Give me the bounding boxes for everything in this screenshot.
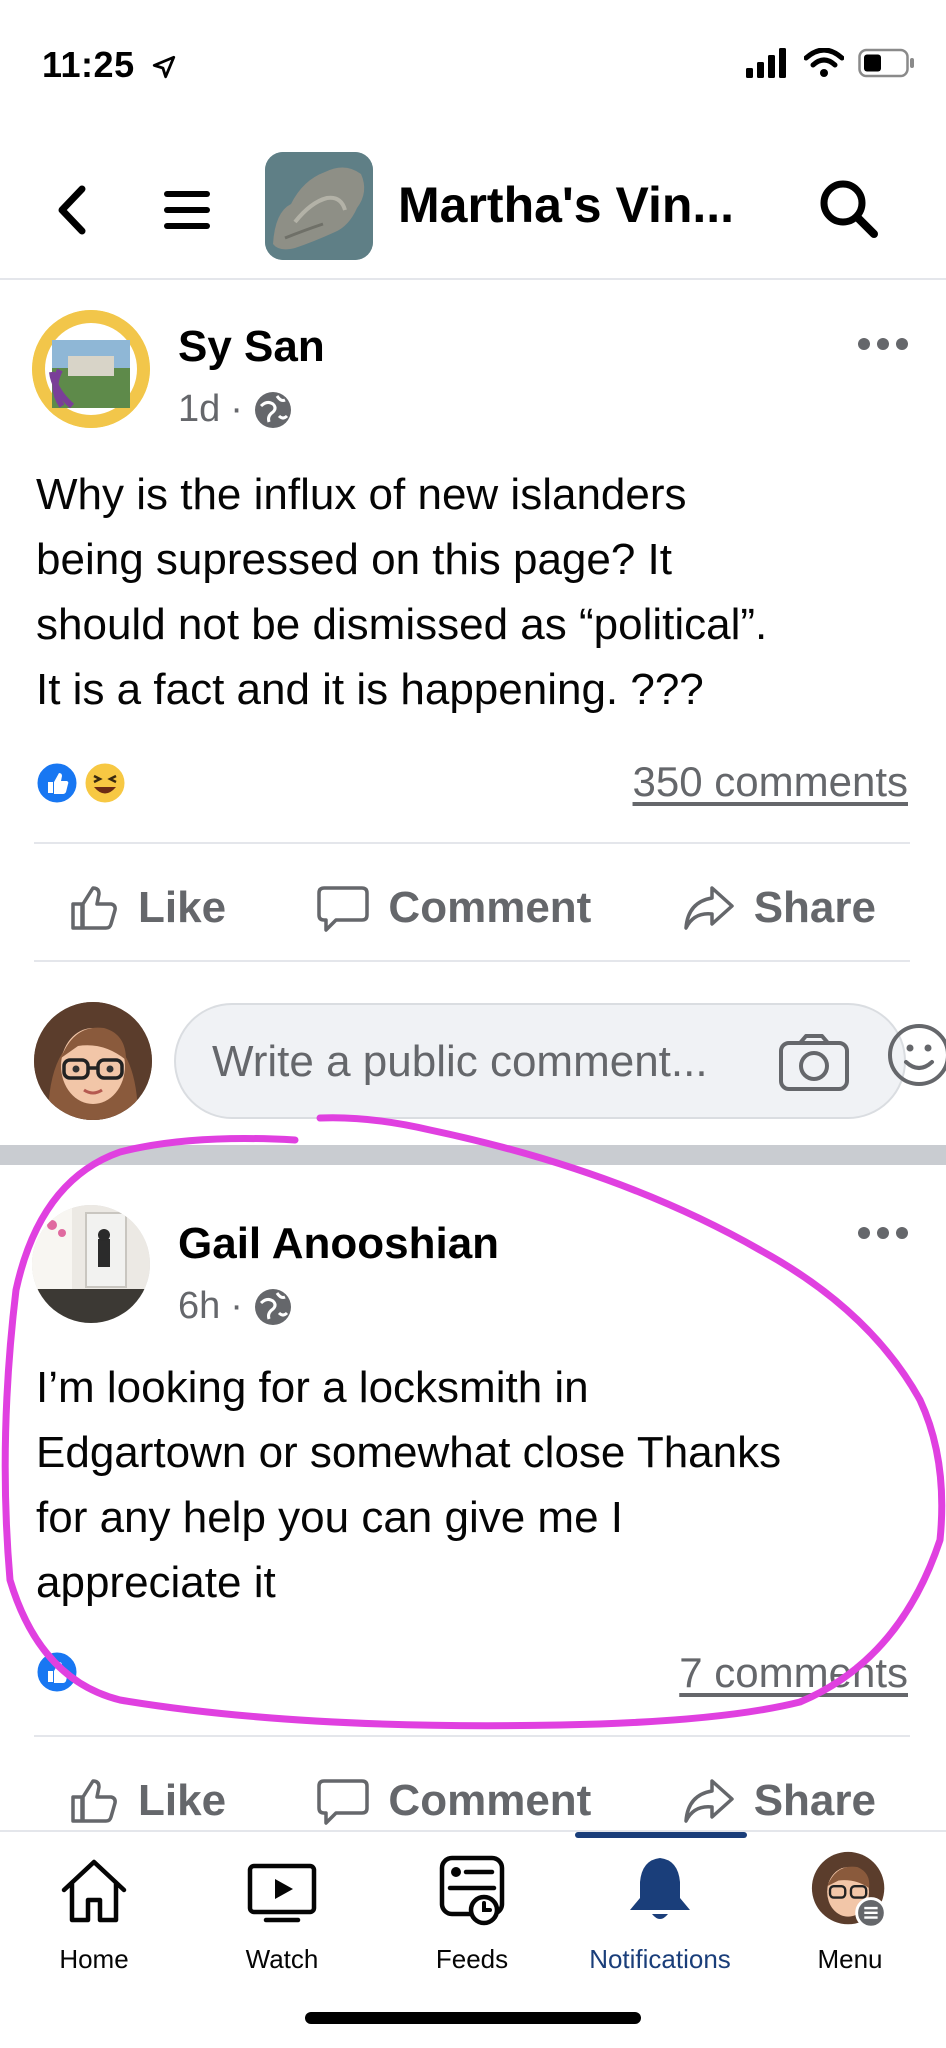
group-cover-thumbnail[interactable] bbox=[265, 152, 373, 260]
avatar[interactable] bbox=[32, 1205, 150, 1323]
like-icon bbox=[71, 1779, 117, 1823]
post-text-line: for any help you can give me I bbox=[36, 1493, 623, 1542]
post-text-line: should not be dismissed as “political”. bbox=[36, 600, 768, 649]
tab-label: Notifications bbox=[589, 1944, 731, 1974]
comment-input[interactable]: Write a public comment... bbox=[174, 1003, 906, 1119]
share-icon bbox=[683, 1779, 734, 1823]
post-text-line: being supressed on this page? It bbox=[36, 535, 673, 584]
more-options-icon[interactable] bbox=[856, 1223, 910, 1243]
cellular-signal-icon bbox=[746, 48, 786, 78]
tab-label: Home bbox=[59, 1944, 129, 1974]
emoji-icon[interactable] bbox=[884, 1020, 946, 1090]
post-time[interactable]: 1d bbox=[178, 388, 220, 431]
divider bbox=[34, 1735, 910, 1737]
reaction-icons[interactable] bbox=[34, 1649, 134, 1695]
comment-label: Comment bbox=[388, 883, 592, 932]
tab-label: Watch bbox=[245, 1944, 319, 1974]
share-button[interactable]: Share bbox=[682, 882, 876, 934]
menu-avatar bbox=[811, 1851, 887, 1929]
share-icon bbox=[683, 886, 734, 930]
feed-separator bbox=[0, 1145, 946, 1165]
share-label: Share bbox=[753, 1776, 876, 1825]
active-tab-indicator bbox=[575, 1832, 747, 1838]
post-body: I’m looking for a locksmith in Edgartown… bbox=[36, 1355, 916, 1615]
comment-button[interactable]: Comment bbox=[316, 1775, 591, 1827]
clock-text: 11:25 bbox=[42, 44, 135, 85]
share-label: Share bbox=[753, 883, 876, 932]
tab-label: Menu bbox=[817, 1944, 883, 1974]
watch-icon bbox=[247, 1863, 317, 1923]
post-meta: 1d · bbox=[178, 388, 293, 431]
profile-photo bbox=[32, 1205, 150, 1323]
cancer-awareness-logo bbox=[32, 310, 150, 428]
post-meta: 6h · bbox=[178, 1285, 293, 1328]
comment-label: Comment bbox=[388, 1776, 592, 1825]
home-indicator bbox=[305, 2012, 641, 2024]
comment-icon bbox=[317, 886, 370, 932]
post-text-line: Why is the influx of new islanders bbox=[36, 470, 687, 519]
avatar[interactable] bbox=[32, 310, 150, 428]
post-text-line: I’m looking for a locksmith in bbox=[36, 1363, 589, 1412]
post-author[interactable]: Sy San bbox=[178, 322, 325, 372]
tab-feeds[interactable]: Feeds bbox=[392, 1850, 552, 1990]
status-icons bbox=[746, 48, 916, 78]
post-text-line: Edgartown or somewhat close Thanks bbox=[36, 1428, 782, 1477]
comments-count[interactable]: 350 comments bbox=[633, 758, 908, 806]
island-map-icon bbox=[265, 152, 373, 260]
group-title[interactable]: Martha's Vin... bbox=[398, 176, 734, 234]
like-button[interactable]: Like bbox=[68, 882, 226, 934]
comment-button[interactable]: Comment bbox=[316, 882, 591, 934]
globe-icon bbox=[254, 391, 291, 428]
battery-icon bbox=[858, 48, 914, 78]
post-actions: Like Comment Share bbox=[34, 848, 910, 968]
camera-icon[interactable] bbox=[778, 1033, 850, 1093]
search-icon[interactable] bbox=[816, 176, 882, 242]
tab-home[interactable]: Home bbox=[14, 1850, 174, 1990]
post-time[interactable]: 6h bbox=[178, 1285, 220, 1328]
back-arrow-icon[interactable] bbox=[48, 175, 98, 245]
comment-input-placeholder: Write a public comment... bbox=[212, 1037, 708, 1086]
like-label: Like bbox=[138, 1776, 227, 1825]
status-time: 11:25 bbox=[42, 44, 177, 86]
like-icon bbox=[71, 886, 117, 930]
comment-icon bbox=[317, 1779, 370, 1825]
hamburger-menu-icon[interactable] bbox=[162, 175, 214, 245]
tab-watch[interactable]: Watch bbox=[202, 1850, 362, 1990]
globe-icon bbox=[254, 1288, 291, 1325]
reaction-icons[interactable] bbox=[34, 760, 134, 806]
bell-icon bbox=[630, 1858, 690, 1919]
meta-separator: · bbox=[230, 388, 243, 430]
wifi-icon bbox=[804, 48, 844, 77]
divider bbox=[34, 960, 910, 962]
like-button[interactable]: Like bbox=[68, 1775, 226, 1827]
composer-avatar[interactable] bbox=[34, 1002, 152, 1120]
home-icon bbox=[61, 1859, 127, 1923]
more-options-icon[interactable] bbox=[856, 334, 910, 354]
divider bbox=[34, 842, 910, 844]
share-button[interactable]: Share bbox=[682, 1775, 876, 1827]
tab-label: Feeds bbox=[435, 1944, 509, 1974]
feeds-icon bbox=[439, 1855, 505, 1926]
post-body: Why is the influx of new islanders being… bbox=[36, 462, 916, 722]
group-header: Martha's Vin... bbox=[0, 140, 946, 280]
tab-menu[interactable]: Menu bbox=[770, 1850, 930, 1990]
post-author[interactable]: Gail Anooshian bbox=[178, 1219, 499, 1269]
tab-notifications[interactable]: Notifications bbox=[580, 1850, 740, 1990]
location-arrow-icon bbox=[152, 56, 176, 79]
meta-separator: · bbox=[230, 1285, 243, 1327]
memoji-avatar bbox=[34, 1002, 152, 1120]
post-text-line: appreciate it bbox=[36, 1558, 276, 1607]
status-bar: 11:25 bbox=[0, 0, 946, 130]
like-label: Like bbox=[138, 883, 227, 932]
comments-count[interactable]: 7 comments bbox=[679, 1649, 908, 1697]
post-text-line: It is a fact and it is happening. ??? bbox=[36, 665, 704, 714]
